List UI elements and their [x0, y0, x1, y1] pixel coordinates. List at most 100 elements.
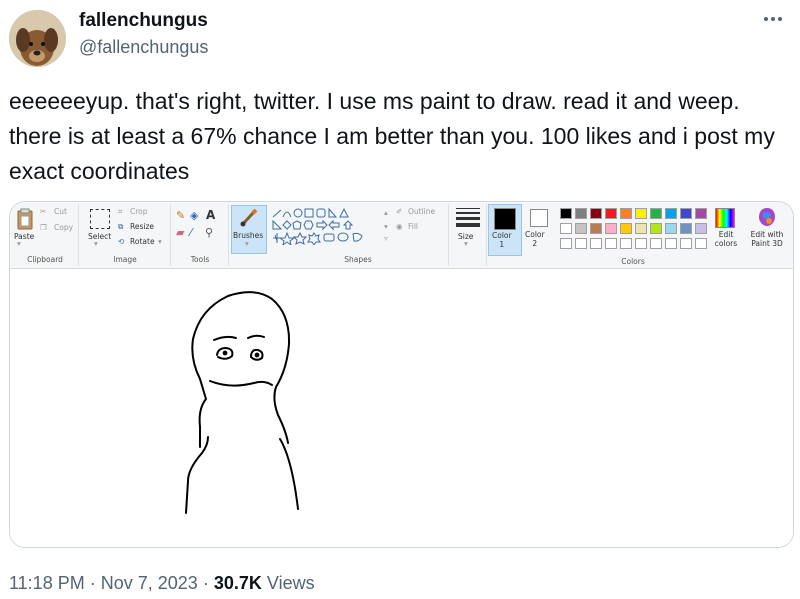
select-button[interactable]: Select: [88, 232, 111, 241]
size-icon[interactable]: [456, 207, 480, 227]
cut-button[interactable]: Cut: [54, 207, 67, 216]
color-swatch[interactable]: [695, 223, 707, 234]
custom-color-swatch[interactable]: [680, 238, 692, 249]
color-swatch[interactable]: [590, 223, 602, 234]
fill-button[interactable]: Fill: [408, 222, 418, 231]
custom-color-swatch[interactable]: [665, 238, 677, 249]
views-label: Views: [266, 573, 315, 593]
paste-icon[interactable]: [16, 208, 34, 230]
custom-color-swatch[interactable]: [605, 238, 617, 249]
crop-icon: ⌗: [118, 207, 123, 216]
image-group: Select ▾ ⌗ Crop ⧉ Resize ⟲ Rotate ▾ Imag…: [80, 204, 171, 266]
rotate-icon: ⟲: [118, 237, 125, 246]
select-dropdown-icon[interactable]: ▾: [94, 239, 98, 248]
tweet-image[interactable]: Paste ▾ ✂ Cut ❐ Copy Clipboard Select ▾ …: [9, 201, 794, 548]
custom-color-swatch[interactable]: [695, 238, 707, 249]
separator: ·: [89, 573, 96, 593]
color-swatch[interactable]: [620, 223, 632, 234]
fill-icon: ◉: [396, 222, 403, 231]
custom-color-swatch[interactable]: [650, 238, 662, 249]
color1-button[interactable]: Color 1: [488, 204, 522, 256]
paint3d-icon: [759, 208, 775, 226]
shapes-scroll-icon[interactable]: ▴: [384, 208, 388, 217]
size-group: Size ▾: [450, 204, 487, 266]
color2-button[interactable]: Color 2: [522, 204, 554, 254]
tools-group: ✎ ◈ A ▰ ⁄ ⚲ Tools: [172, 204, 229, 266]
color2-swatch: [530, 209, 548, 227]
color-picker-icon[interactable]: ⁄: [190, 226, 192, 239]
size-dropdown-icon[interactable]: ▾: [464, 239, 468, 248]
display-name[interactable]: fallenchungus: [79, 10, 208, 32]
shapes-expand-icon[interactable]: ▿: [384, 234, 388, 243]
color-swatch[interactable]: [665, 208, 677, 219]
pencil-icon[interactable]: ✎: [176, 209, 185, 222]
brushes-button[interactable]: Brushes ▾: [231, 205, 267, 254]
color-swatch[interactable]: [605, 223, 617, 234]
shapes-gallery-icon[interactable]: [270, 207, 378, 245]
color1-label: Color 1: [492, 231, 512, 249]
color-swatch[interactable]: [575, 223, 587, 234]
color-swatch[interactable]: [695, 208, 707, 219]
custom-color-swatch[interactable]: [590, 238, 602, 249]
eraser-icon[interactable]: ▰: [176, 226, 184, 239]
avatar[interactable]: [9, 10, 66, 67]
magnifier-icon[interactable]: ⚲: [205, 226, 213, 239]
copy-icon: ❐: [40, 223, 47, 232]
outline-button[interactable]: Outline: [408, 207, 435, 216]
clipboard-group: Paste ▾ ✂ Cut ❐ Copy Clipboard: [12, 204, 79, 266]
tweet-date[interactable]: Nov 7, 2023: [101, 573, 198, 593]
image-label: Image: [113, 255, 137, 264]
resize-icon: ⧉: [118, 222, 124, 231]
brush-icon: [240, 208, 258, 227]
brushes-dropdown-icon: ▾: [245, 239, 249, 248]
color1-swatch: [494, 208, 516, 230]
text-tool-icon[interactable]: A: [206, 208, 215, 222]
fill-bucket-icon[interactable]: ◈: [190, 209, 198, 222]
color-swatch[interactable]: [590, 208, 602, 219]
edit-colors-label: Edit colors: [714, 230, 738, 248]
outline-icon: ✐: [396, 207, 403, 216]
custom-color-swatch[interactable]: [575, 238, 587, 249]
doodle-drawing: [185, 291, 299, 514]
custom-color-swatch[interactable]: [560, 238, 572, 249]
custom-color-swatch[interactable]: [620, 238, 632, 249]
select-icon[interactable]: [90, 209, 110, 229]
cut-icon: ✂: [40, 207, 47, 216]
color-swatch[interactable]: [575, 208, 587, 219]
clipboard-label: Clipboard: [27, 255, 63, 264]
shapes-scroll-down-icon[interactable]: ▾: [384, 222, 388, 231]
color2-label: Color 2: [525, 230, 545, 248]
views-count[interactable]: 30.7K: [214, 573, 262, 593]
edit-with-paint3d-label: Edit with Paint 3D: [750, 230, 784, 248]
paint-ribbon: Paste ▾ ✂ Cut ❐ Copy Clipboard Select ▾ …: [10, 202, 793, 269]
color-swatch[interactable]: [650, 223, 662, 234]
color-swatch[interactable]: [560, 208, 572, 219]
tweet-time[interactable]: 11:18 PM: [9, 573, 85, 593]
colors-label: Colors: [621, 257, 645, 266]
color-swatch[interactable]: [650, 208, 662, 219]
color-swatch[interactable]: [680, 223, 692, 234]
crop-button[interactable]: Crop: [130, 207, 148, 216]
color-swatch[interactable]: [605, 208, 617, 219]
copy-button[interactable]: Copy: [54, 223, 73, 232]
custom-color-swatch[interactable]: [635, 238, 647, 249]
shapes-label: Shapes: [344, 255, 372, 264]
more-horizontal-icon[interactable]: [762, 8, 784, 36]
edit-with-paint3d-button[interactable]: Edit with Paint 3D: [744, 204, 790, 254]
user-handle[interactable]: @fallenchungus: [79, 37, 208, 58]
color-swatch[interactable]: [635, 208, 647, 219]
resize-button[interactable]: Resize: [130, 222, 154, 231]
tools-label: Tools: [190, 255, 210, 264]
tweet-metadata: 11:18 PM · Nov 7, 2023 · 30.7K Views: [9, 573, 315, 594]
color-swatch[interactable]: [560, 223, 572, 234]
color-swatch[interactable]: [635, 223, 647, 234]
color-swatch[interactable]: [620, 208, 632, 219]
paste-dropdown-icon[interactable]: ▾: [17, 239, 21, 248]
color-swatch[interactable]: [665, 223, 677, 234]
rotate-button[interactable]: Rotate: [130, 237, 155, 246]
rotate-dropdown-icon[interactable]: ▾: [158, 237, 162, 246]
edit-colors-button[interactable]: Edit colors: [708, 204, 742, 254]
paint-canvas[interactable]: [10, 269, 793, 547]
shapes-group: ▴ ▾ ▿ ✐ Outline ◉ Fill Shapes: [268, 204, 449, 266]
color-swatch[interactable]: [680, 208, 692, 219]
